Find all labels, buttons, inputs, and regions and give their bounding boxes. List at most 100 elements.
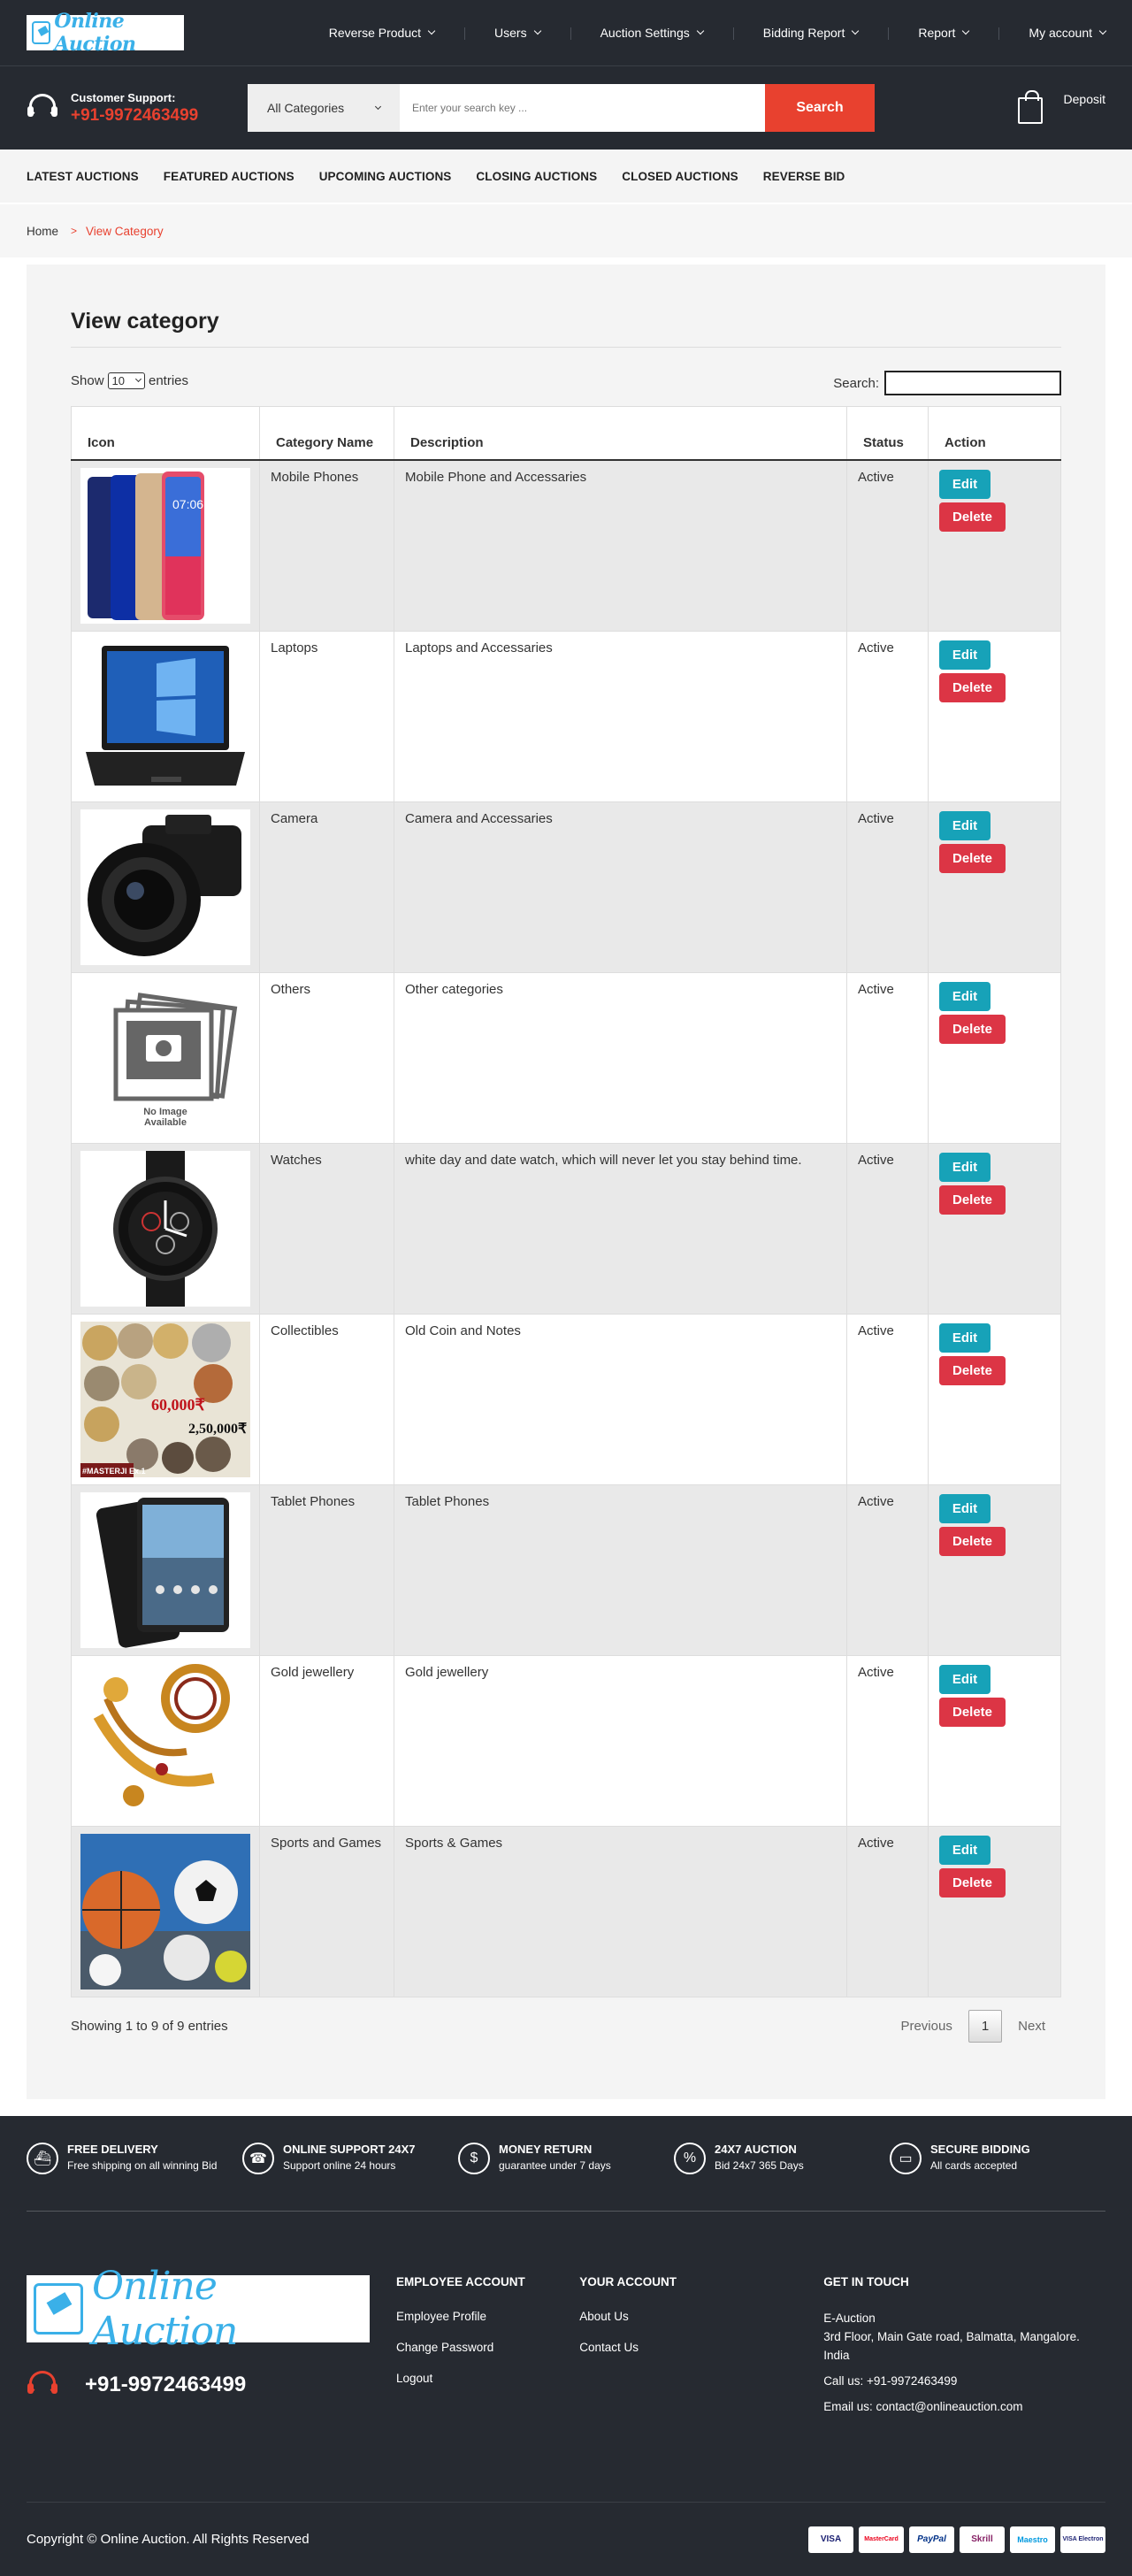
delete-button[interactable]: Delete (939, 1014, 1006, 1044)
nav-users[interactable]: Users (464, 26, 570, 40)
delete-button[interactable]: Delete (939, 1526, 1006, 1556)
camera-image (80, 809, 250, 965)
description-cell: white day and date watch, which will nev… (394, 1142, 847, 1315)
link-employee-profile[interactable]: Employee Profile (396, 2310, 579, 2323)
nav-reverse-product[interactable]: Reverse Product (299, 26, 464, 40)
action-cell: Edit Delete (928, 1654, 1061, 1827)
footer-logo[interactable]: Online Auction (27, 2264, 370, 2354)
delete-button[interactable]: Delete (939, 1697, 1006, 1727)
copyright-bar: Copyright © Online Auction. All Rights R… (27, 2502, 1105, 2576)
edit-button[interactable]: Edit (939, 810, 990, 840)
table-footer: Showing 1 to 9 of 9 entries Previous 1 N… (71, 2009, 1061, 2043)
icon-cell: 60,000₹ 2,50,000₹ #MASTERJI Ex.1 (71, 1313, 260, 1485)
delete-button[interactable]: Delete (939, 502, 1006, 532)
chevron-down-icon (533, 27, 541, 35)
deposit-link[interactable]: Deposit (1017, 90, 1105, 126)
chevron-down-icon (134, 375, 142, 382)
link-contact-us[interactable]: Contact Us (579, 2341, 823, 2354)
coin-price-1: 60,000₹ (151, 1396, 206, 1414)
status-cell: Active (846, 1484, 929, 1656)
footer-phone: +91-9972463499 (27, 2369, 370, 2401)
category-name-cell: Watches (259, 1142, 394, 1315)
pagination-next[interactable]: Next (1002, 2019, 1061, 2034)
search-button[interactable]: Search (765, 84, 875, 132)
pagination-page-1[interactable]: 1 (968, 2009, 1003, 2043)
description-cell: Other categories (394, 971, 847, 1144)
search-box: All Categories Search (248, 84, 875, 132)
icon-cell (71, 630, 260, 802)
nav-my-account[interactable]: My account (998, 26, 1107, 40)
jewellery-image (80, 1662, 250, 1819)
edit-button[interactable]: Edit (939, 640, 990, 670)
column-header-action[interactable]: Action (928, 406, 1061, 461)
tab-featured-auctions[interactable]: FEATURED AUCTIONS (164, 170, 294, 183)
laptop-image (80, 638, 250, 794)
company-email[interactable]: Email us: contact@onlineauction.com (823, 2398, 1105, 2417)
footer-phone-number[interactable]: +91-9972463499 (85, 2373, 246, 2397)
tab-closing-auctions[interactable]: CLOSING AUCTIONS (476, 170, 597, 183)
nav-bidding-report[interactable]: Bidding Report (732, 26, 889, 40)
column-header-status[interactable]: Status (846, 406, 929, 461)
support-phone[interactable]: +91-9972463499 (71, 106, 198, 126)
copyright-text: Copyright © Online Auction. All Rights R… (27, 2532, 310, 2547)
edit-button[interactable]: Edit (939, 1152, 990, 1182)
nav-report[interactable]: Report (888, 26, 998, 40)
column-header-description[interactable]: Description (394, 406, 847, 461)
edit-button[interactable]: Edit (939, 469, 990, 499)
link-logout[interactable]: Logout (396, 2372, 579, 2385)
no-image-placeholder: No Image Available (80, 979, 250, 1136)
delete-button[interactable]: Delete (939, 1184, 1006, 1215)
column-header-category-name[interactable]: Category Name (259, 406, 394, 461)
icon-cell (71, 801, 260, 973)
company-address: 3rd Floor, Main Gate road, Balmatta, Man… (823, 2329, 1080, 2362)
company-call[interactable]: Call us: +91-9972463499 (823, 2373, 1105, 2391)
edit-button[interactable]: Edit (939, 1322, 990, 1353)
feature-free-delivery: ⛴ FREE DELIVERY Free shipping on all winn… (27, 2143, 242, 2211)
table-row: No Image Available Others Other categori… (71, 971, 1061, 1144)
nav-auction-settings[interactable]: Auction Settings (570, 26, 733, 40)
edit-button[interactable]: Edit (939, 1835, 990, 1865)
edit-button[interactable]: Edit (939, 1493, 990, 1523)
status-cell: Active (846, 971, 929, 1144)
chevron-down-icon (1098, 27, 1107, 35)
link-change-password[interactable]: Change Password (396, 2341, 579, 2354)
delete-button[interactable]: Delete (939, 1867, 1006, 1898)
description-cell: Mobile Phone and Accessaries (394, 459, 847, 632)
column-header-icon[interactable]: Icon (71, 406, 260, 461)
table-search-input[interactable] (884, 371, 1061, 395)
table-row: Gold jewellery Gold jewellery Active Edi… (71, 1654, 1061, 1827)
table-row: Watches white day and date watch, which … (71, 1142, 1061, 1315)
action-cell: Edit Delete (928, 801, 1061, 973)
edit-button[interactable]: Edit (939, 981, 990, 1011)
search-input[interactable] (400, 84, 765, 132)
main-nav: Reverse Product Users Auction Settings B… (299, 26, 1107, 40)
status-cell: Active (846, 459, 929, 632)
entries-select[interactable]: 10 (107, 372, 145, 389)
category-name-cell: Tablet Phones (259, 1484, 394, 1656)
delete-button[interactable]: Delete (939, 843, 1006, 873)
site-header: Online Auction Reverse Product Users Auc… (0, 0, 1132, 150)
category-select[interactable]: All Categories (248, 84, 400, 132)
breadcrumb-home[interactable]: Home (27, 225, 58, 238)
support-icon: ☎ (242, 2143, 274, 2174)
category-name-cell: Sports and Games (259, 1825, 394, 1997)
page-title: View category (71, 309, 1061, 348)
status-cell: Active (846, 1313, 929, 1485)
tab-latest-auctions[interactable]: LATEST AUCTIONS (27, 170, 139, 183)
feature-secure-bidding: ▭ SECURE BIDDING All cards accepted (890, 2143, 1105, 2211)
tab-reverse-bid[interactable]: REVERSE BID (763, 170, 845, 183)
pagination-previous[interactable]: Previous (884, 2019, 968, 2034)
link-about-us[interactable]: About Us (579, 2310, 823, 2323)
site-logo[interactable]: Online Auction (27, 10, 184, 56)
delete-button[interactable]: Delete (939, 1355, 1006, 1385)
table-row: Tablet Phones Tablet Phones Active Edit … (71, 1484, 1061, 1656)
description-cell: Tablet Phones (394, 1484, 847, 1656)
tab-upcoming-auctions[interactable]: UPCOMING AUCTIONS (319, 170, 452, 183)
category-name-cell: Laptops (259, 630, 394, 802)
edit-button[interactable]: Edit (939, 1664, 990, 1694)
tab-closed-auctions[interactable]: CLOSED AUCTIONS (622, 170, 738, 183)
delete-button[interactable]: Delete (939, 672, 1006, 702)
icon-cell: 07:06 (71, 459, 260, 632)
description-cell: Sports & Games (394, 1825, 847, 1997)
table-search: Search: (833, 371, 1061, 395)
